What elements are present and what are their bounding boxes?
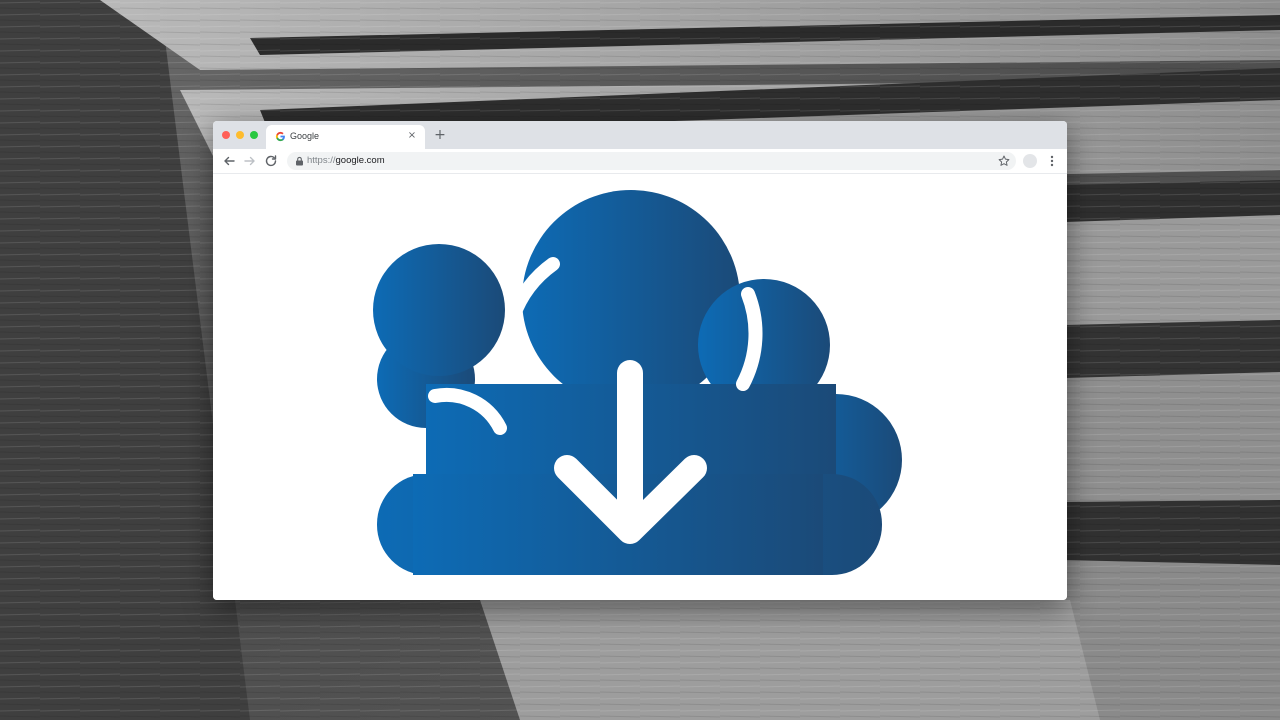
tab-title: Google [290,131,320,141]
url-host: google.com [335,155,385,166]
forward-arrow-icon[interactable] [242,153,258,169]
lock-icon [296,156,303,166]
tab-strip: Google × + [213,121,1067,149]
page-content [213,174,1067,600]
tab-google[interactable]: Google × [266,125,425,149]
browser-toolbar: https://google.com [213,149,1067,174]
close-window-button[interactable] [222,131,230,139]
desktop-scene: Google × + https://google.com [0,0,1280,720]
bookmark-star-icon[interactable] [997,154,1011,168]
cloud-download-icon [373,190,902,575]
address-bar[interactable]: https://google.com [287,152,1016,170]
google-g-icon [275,131,285,142]
minimize-window-button[interactable] [236,131,244,139]
browser-window: Google × + https://google.com [213,121,1067,600]
reload-icon[interactable] [263,153,279,169]
url-scheme: https:// [307,155,336,166]
maximize-window-button[interactable] [250,131,258,139]
tab-close-button[interactable]: × [405,129,419,143]
new-tab-button[interactable]: + [432,127,448,143]
url-text: https://google.com [307,155,385,166]
back-arrow-icon[interactable] [221,153,237,169]
more-menu-icon[interactable] [1046,153,1058,169]
profile-avatar-icon[interactable] [1023,154,1037,168]
